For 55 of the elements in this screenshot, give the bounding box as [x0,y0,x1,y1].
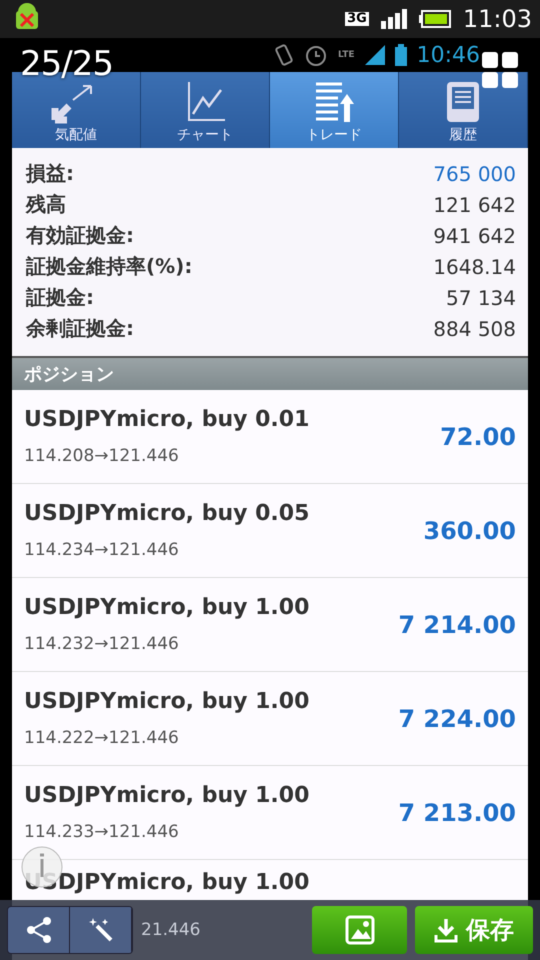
position-prices: 114.208→121.446 [24,446,180,466]
position-profit: 360.00 [423,516,516,544]
battery-icon [394,44,407,66]
summary-label: 損益: [26,160,74,187]
download-icon [434,917,458,943]
tab[interactable]: 履歴 [399,72,528,148]
summary-value: 57 134 [446,286,516,310]
summary-value: 765 000 [433,162,516,186]
summary-value: 884 508 [433,316,516,340]
position-profit: 7 214.00 [398,610,516,638]
clock-time: 10:46 [416,42,480,68]
position-title: USDJPYmicro, buy 0.01 [24,407,310,432]
position-title: USDJPYmicro, buy 0.05 [24,501,310,526]
summary-label: 有効証拠金: [26,222,134,249]
picture-icon [342,915,376,945]
network-type: LTE [338,50,355,60]
position-profit: 7 213.00 [398,798,516,826]
position-row[interactable]: USDJPYmicro, buy 0.05 114.234→121.446 360.00 [12,484,528,578]
position-prices: 114.222→121.446 [24,728,180,748]
position-title: USDJPYmicro, buy 1.00 [24,689,310,714]
battery-icon [418,10,451,28]
summary-value: 941 642 [433,224,516,248]
position-prices: 114.232→121.446 [24,634,180,654]
position-row[interactable]: USDJPYmicro, buy 1.00 114.222→121.446 7 224.00 [12,672,528,766]
summary-label: 残高 [26,191,66,218]
grid-icon[interactable] [482,52,518,88]
summary-value: 1648.14 [433,254,516,278]
position-profit: 72.00 [440,422,516,450]
section-header: ポジション [12,356,528,390]
clock-time: 11:03 [462,5,532,33]
position-prices: 114.233→121.446 [24,822,180,842]
phone-vibrate-icon [274,43,294,67]
position-row[interactable]: USDJPYmicro, buy 1.00 114.232→121.446 7 214.00 [12,578,528,672]
tab[interactable]: トレード [270,72,399,148]
summary-label: 証拠金: [26,284,94,311]
position-title: USDJPYmicro, buy 1.00 [24,870,310,895]
alarm-clock-icon [304,43,328,67]
share-icon [24,916,52,944]
signal-icon [380,9,407,29]
summary-label: 証拠金維持率(%): [26,253,192,280]
position-title: USDJPYmicro, buy 1.00 [24,783,310,808]
position-title: USDJPYmicro, buy 1.00 [24,595,310,620]
share-button[interactable] [8,907,70,953]
tab[interactable]: チャート [141,72,270,148]
network-type: 3G [345,12,369,26]
position-prices: 114.234→121.446 [24,540,180,560]
position-row[interactable]: USDJPYmicro, buy 1.00 114.233→121.446 7 213.00 [12,766,528,860]
magic-wand-button[interactable] [70,907,132,953]
position-prices: 21.446 [141,920,200,940]
position-row[interactable]: USDJPYmicro, buy 0.01 114.208→121.446 72.00 [12,390,528,484]
summary-value: 121 642 [433,192,516,216]
gallery-button[interactable] [312,906,407,954]
signal-icon [364,45,385,65]
position-profit: 7 224.00 [398,704,516,732]
summary-label: 余剰証拠金: [26,315,134,342]
